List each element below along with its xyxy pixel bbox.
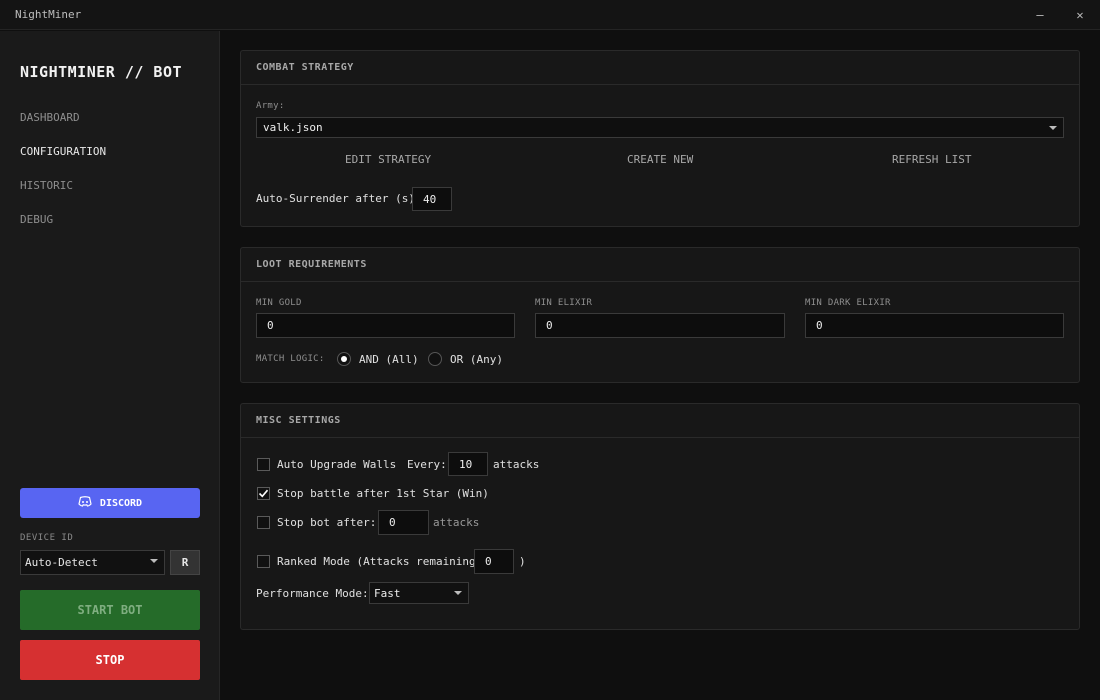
device-value: Auto-Detect bbox=[25, 556, 98, 569]
attacks-remaining-input[interactable]: 0 bbox=[474, 549, 514, 574]
device-select[interactable]: Auto-Detect bbox=[20, 550, 165, 575]
army-value: valk.json bbox=[263, 121, 323, 134]
title-bar: NightMiner — ✕ bbox=[0, 0, 1100, 30]
panel-title: COMBAT STRATEGY bbox=[241, 51, 1079, 85]
radio-selected-dot bbox=[341, 356, 347, 362]
ranked-mode-checkbox[interactable] bbox=[257, 555, 270, 568]
stop-bot-after-checkbox[interactable] bbox=[257, 516, 270, 529]
min-dark-elixir-label: MIN DARK ELIXIR bbox=[805, 298, 891, 308]
combat-strategy-panel: COMBAT STRATEGY Army: valk.json EDIT STR… bbox=[240, 50, 1080, 227]
min-gold-input[interactable]: 0 bbox=[256, 313, 515, 338]
stop-after-star-checkbox[interactable] bbox=[257, 487, 270, 500]
auto-surrender-label: Auto-Surrender after (s): bbox=[256, 192, 422, 205]
panel-title: MISC SETTINGS bbox=[241, 404, 1079, 438]
stop-button[interactable]: STOP bbox=[20, 640, 200, 680]
radio-and[interactable] bbox=[337, 352, 351, 366]
loot-requirements-panel: LOOT REQUIREMENTS MIN GOLD 0 MIN ELIXIR … bbox=[240, 247, 1080, 383]
min-elixir-value: 0 bbox=[546, 319, 553, 332]
performance-mode-value: Fast bbox=[374, 586, 401, 600]
misc-settings-panel: MISC SETTINGS Auto Upgrade Walls Every: … bbox=[240, 403, 1080, 630]
auto-upgrade-walls-checkbox[interactable] bbox=[257, 458, 270, 471]
ranked-close-paren: ) bbox=[519, 555, 526, 568]
chevron-down-icon bbox=[150, 559, 158, 563]
ranked-mode-label: Ranked Mode (Attacks remaining: bbox=[277, 555, 483, 568]
min-dark-elixir-input[interactable]: 0 bbox=[805, 313, 1064, 338]
discord-button[interactable]: DISCORD bbox=[20, 488, 200, 518]
auto-surrender-value: 40 bbox=[423, 192, 437, 206]
min-gold-label: MIN GOLD bbox=[256, 298, 302, 308]
radio-and-label: AND (All) bbox=[359, 353, 419, 366]
performance-mode-label: Performance Mode: bbox=[256, 587, 369, 600]
stop-bot-after-input[interactable]: 0 bbox=[378, 510, 429, 535]
walls-attacks-label: attacks bbox=[493, 458, 540, 471]
stop-after-star-label: Stop battle after 1st Star (Win) bbox=[277, 487, 489, 500]
sidebar-nav: DASHBOARD CONFIGURATION HISTORIC DEBUG bbox=[20, 111, 106, 247]
discord-label: DISCORD bbox=[99, 497, 143, 509]
nav-item-historic[interactable]: HISTORIC bbox=[20, 179, 106, 213]
auto-upgrade-walls-label: Auto Upgrade Walls bbox=[277, 458, 397, 471]
device-id-label: DEVICE ID bbox=[20, 533, 74, 543]
min-elixir-input[interactable]: 0 bbox=[535, 313, 785, 338]
min-dark-elixir-value: 0 bbox=[816, 319, 823, 332]
start-bot-button[interactable]: START BOT bbox=[20, 590, 200, 630]
auto-surrender-input[interactable]: 40 bbox=[412, 187, 452, 211]
nav-item-dashboard[interactable]: DASHBOARD bbox=[20, 111, 106, 145]
brand-title: NIGHTMINER // BOT bbox=[20, 63, 183, 81]
create-new-button[interactable]: CREATE NEW bbox=[627, 153, 693, 166]
min-gold-value: 0 bbox=[267, 319, 274, 332]
sidebar: NIGHTMINER // BOT DASHBOARD CONFIGURATIO… bbox=[0, 31, 220, 700]
min-elixir-label: MIN ELIXIR bbox=[535, 298, 593, 308]
close-button[interactable]: ✕ bbox=[1060, 0, 1100, 30]
nav-item-debug[interactable]: DEBUG bbox=[20, 213, 106, 247]
stop-bot-after-value: 0 bbox=[389, 516, 396, 529]
edit-strategy-button[interactable]: EDIT STRATEGY bbox=[345, 153, 431, 166]
radio-or[interactable] bbox=[428, 352, 442, 366]
match-logic-label: MATCH LOGIC: bbox=[256, 354, 325, 364]
army-select[interactable]: valk.json bbox=[256, 117, 1064, 138]
refresh-list-button[interactable]: REFRESH LIST bbox=[892, 153, 971, 166]
window-controls: — ✕ bbox=[1020, 0, 1100, 30]
chevron-down-icon bbox=[1049, 126, 1057, 130]
attacks-remaining-value: 0 bbox=[485, 555, 492, 568]
nav-item-configuration[interactable]: CONFIGURATION bbox=[20, 145, 106, 179]
army-label: Army: bbox=[256, 101, 285, 111]
chevron-down-icon bbox=[454, 591, 462, 595]
walls-every-input[interactable]: 10 bbox=[448, 452, 488, 476]
every-label: Every: bbox=[407, 458, 447, 471]
walls-every-value: 10 bbox=[459, 457, 473, 471]
performance-mode-select[interactable]: Fast bbox=[369, 582, 469, 604]
stop-bot-after-label: Stop bot after: bbox=[277, 516, 377, 529]
discord-icon bbox=[78, 496, 92, 510]
radio-or-label: OR (Any) bbox=[450, 353, 503, 366]
stop-bot-attacks-label: attacks bbox=[433, 516, 480, 529]
minimize-button[interactable]: — bbox=[1020, 0, 1060, 30]
app-title: NightMiner bbox=[15, 8, 82, 21]
checkmark-icon bbox=[258, 489, 269, 498]
panel-title: LOOT REQUIREMENTS bbox=[241, 248, 1079, 282]
refresh-device-button[interactable]: R bbox=[170, 550, 200, 575]
